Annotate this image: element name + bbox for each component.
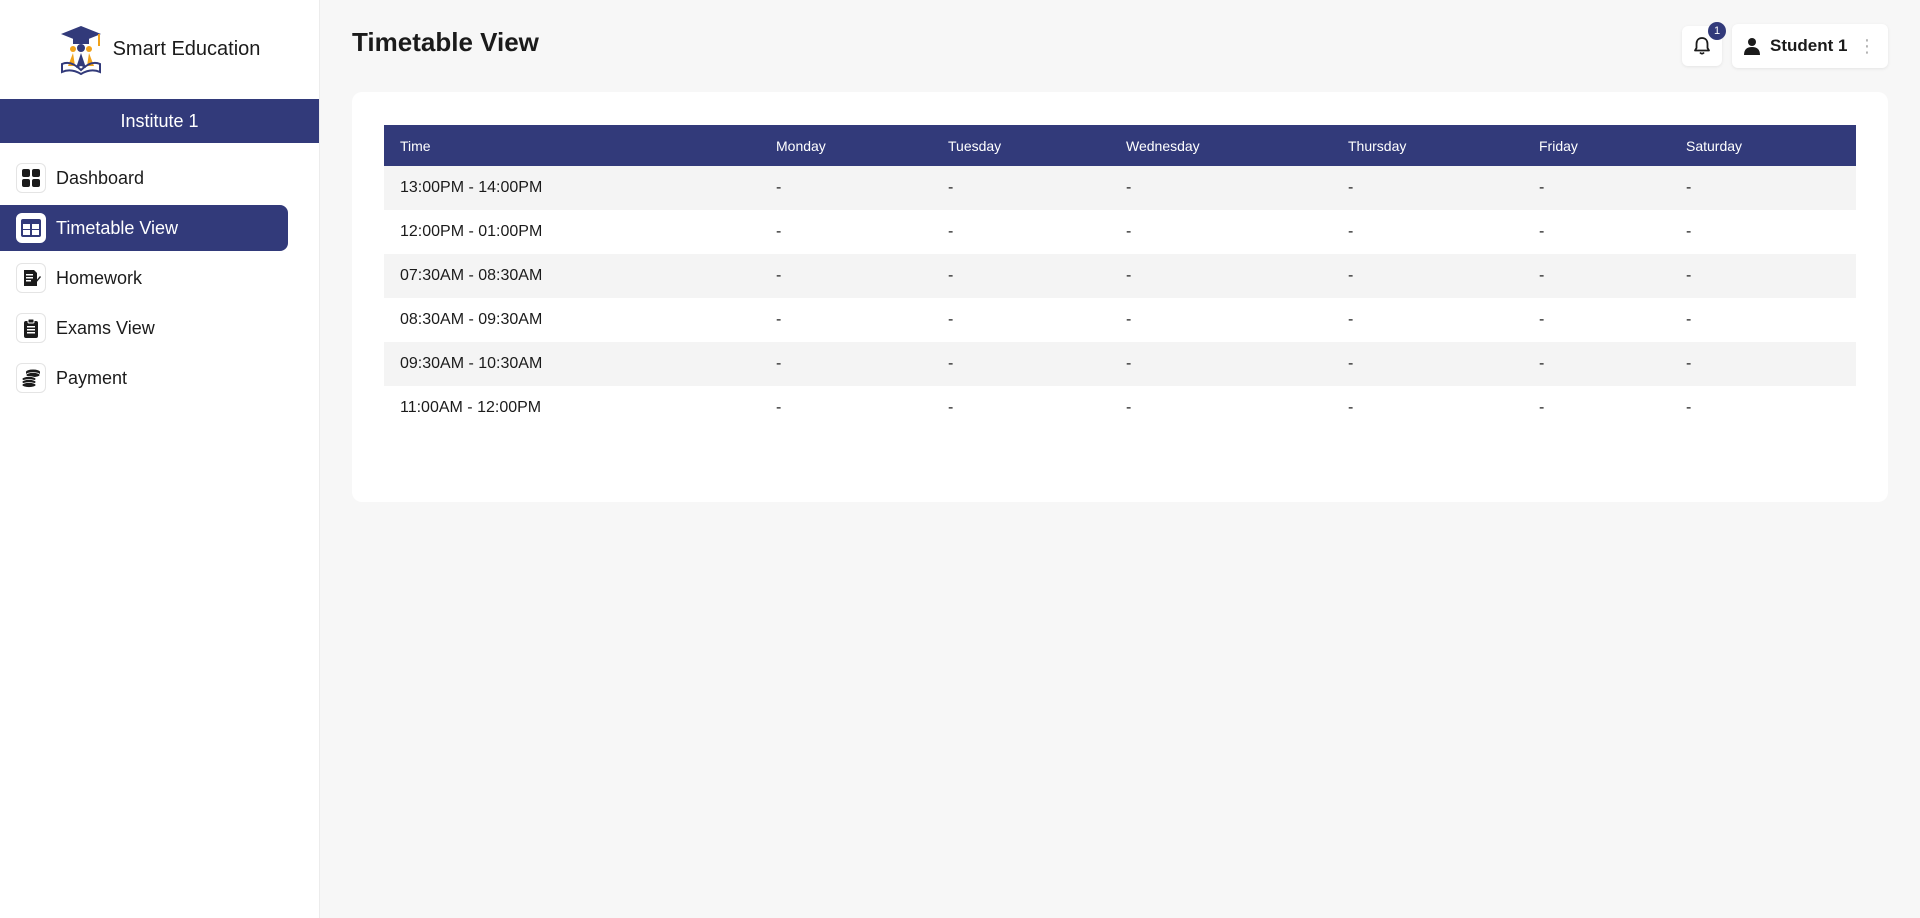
time-cell: 08:30AM - 09:30AM (400, 311, 543, 328)
sidebar-item-label: Exams View (56, 317, 155, 338)
page-title: Timetable View (352, 26, 539, 57)
table-cell: - (1686, 355, 1692, 372)
sidebar-nav: Dashboard Timetable View Homework Exams … (0, 155, 319, 401)
dashboard-icon (16, 163, 46, 193)
table-cell: - (1348, 399, 1354, 416)
table-row: 13:00PM - 14:00PM - - - - - - (384, 166, 1856, 210)
column-header-time: Time (400, 137, 431, 154)
sidebar-item-dashboard[interactable]: Dashboard (0, 155, 288, 201)
table-cell: - (1686, 179, 1692, 196)
top-actions: 1 Student 1 ⋮ (1682, 22, 1888, 68)
table-cell: - (1126, 179, 1132, 196)
table-cell: - (776, 179, 782, 196)
column-header-friday: Friday (1539, 137, 1578, 154)
table-cell: - (1539, 267, 1545, 284)
table-cell: - (948, 267, 954, 284)
column-header-thursday: Thursday (1348, 137, 1407, 154)
brand-name: Smart Education (112, 38, 261, 60)
sidebar-item-label: Dashboard (56, 167, 145, 188)
time-cell: 11:00AM - 12:00PM (400, 399, 542, 416)
user-name: Student 1 (1770, 36, 1848, 55)
table-row: 12:00PM - 01:00PM - - - - - - (384, 210, 1856, 254)
coins-icon (16, 363, 46, 393)
sidebar-item-label: Homework (56, 267, 143, 288)
table-row: 11:00AM - 12:00PM - - - - - - (384, 386, 1856, 430)
institute-name: Institute 1 (0, 99, 319, 143)
table-cell: - (776, 355, 782, 372)
table-row: 09:30AM - 10:30AM - - - - - - (384, 342, 1856, 386)
table-cell: - (1126, 355, 1132, 372)
table-cell: - (776, 267, 782, 284)
table-header-row: Time Monday Tuesday Wednesday Thursday F… (384, 125, 1856, 166)
notification-badge: 1 (1708, 22, 1726, 40)
time-cell: 12:00PM - 01:00PM (400, 223, 543, 240)
sidebar-item-label: Timetable View (56, 217, 179, 238)
time-cell: 13:00PM - 14:00PM (400, 179, 543, 196)
table-cell: - (1348, 311, 1354, 328)
table-cell: - (1539, 399, 1545, 416)
homework-icon (16, 263, 46, 293)
table-cell: - (1539, 223, 1545, 240)
table-cell: - (1539, 355, 1545, 372)
table-cell: - (1348, 355, 1354, 372)
timetable-icon (16, 213, 46, 243)
timetable-table: Time Monday Tuesday Wednesday Thursday F… (384, 125, 1856, 430)
column-header-monday: Monday (776, 137, 826, 154)
user-menu-button[interactable]: Student 1 ⋮ (1732, 24, 1888, 68)
table-row: 08:30AM - 09:30AM - - - - - - (384, 298, 1856, 342)
topbar: Timetable View 1 Student 1 ⋮ (352, 0, 1888, 92)
sidebar-item-homework[interactable]: Homework (0, 255, 288, 301)
table-cell: - (1126, 223, 1132, 240)
table-cell: - (1539, 311, 1545, 328)
time-cell: 09:30AM - 10:30AM (400, 355, 543, 372)
timetable-card: Time Monday Tuesday Wednesday Thursday F… (352, 92, 1888, 502)
user-icon (1744, 38, 1760, 55)
column-header-saturday: Saturday (1686, 137, 1743, 154)
table-cell: - (1686, 311, 1692, 328)
table-cell: - (1126, 399, 1132, 416)
column-header-tuesday: Tuesday (948, 137, 1002, 154)
time-cell: 07:30AM - 08:30AM (400, 267, 543, 284)
sidebar: Smart Education Institute 1 Dashboard Ti… (0, 0, 320, 918)
table-cell: - (1348, 179, 1354, 196)
more-vertical-icon[interactable]: ⋮ (1858, 37, 1876, 55)
table-cell: - (776, 311, 782, 328)
table-cell: - (948, 355, 954, 372)
graduation-logo-icon (60, 25, 101, 75)
bell-icon (1694, 37, 1710, 55)
table-cell: - (776, 399, 782, 416)
notifications-button[interactable]: 1 (1682, 22, 1726, 66)
table-cell: - (1686, 399, 1692, 416)
table-cell: - (776, 223, 782, 240)
table-cell: - (948, 223, 954, 240)
table-cell: - (1126, 267, 1132, 284)
table-cell: - (1126, 311, 1132, 328)
table-cell: - (948, 399, 954, 416)
brand[interactable]: Smart Education (0, 0, 319, 99)
sidebar-item-payment[interactable]: Payment (0, 355, 288, 401)
table-cell: - (1348, 267, 1354, 284)
table-cell: - (1686, 223, 1692, 240)
table-cell: - (948, 179, 954, 196)
table-cell: - (1539, 179, 1545, 196)
table-cell: - (1686, 267, 1692, 284)
app-root: Smart Education Institute 1 Dashboard Ti… (0, 0, 1920, 918)
sidebar-item-label: Payment (56, 367, 128, 388)
table-cell: - (1348, 223, 1354, 240)
clipboard-icon (16, 313, 46, 343)
sidebar-item-exams-view[interactable]: Exams View (0, 305, 288, 351)
sidebar-item-timetable-view[interactable]: Timetable View (0, 205, 288, 251)
column-header-wednesday: Wednesday (1126, 137, 1200, 154)
main-content: Timetable View 1 Student 1 ⋮ Time Monday… (320, 0, 1920, 918)
table-row: 07:30AM - 08:30AM - - - - - - (384, 254, 1856, 298)
table-cell: - (948, 311, 954, 328)
